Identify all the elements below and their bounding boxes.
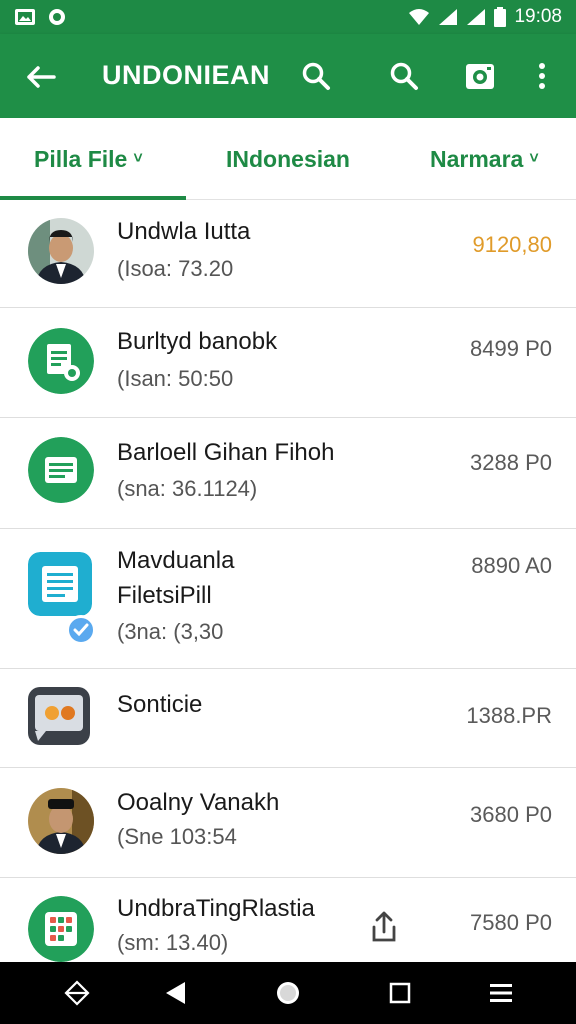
check-icon [66, 615, 96, 645]
back-triangle-icon [166, 982, 185, 1004]
list-item[interactable]: Mavduanla FiletsiPill (3na: (3,30 8890 A… [0, 529, 576, 669]
item-amount: 1388.PR [466, 703, 552, 728]
system-nav-bar [0, 962, 576, 1024]
item-subtitle: (Isoa: 73.20 [117, 256, 234, 281]
list-item[interactable]: Burltyd banobk (Isan: 50:50 8499 P0 [0, 308, 576, 418]
home-button[interactable] [273, 978, 303, 1008]
tab-narmara[interactable]: Narmara ˅ [430, 118, 539, 200]
search-icon [390, 62, 418, 90]
item-name: Burltyd banobk [117, 328, 278, 355]
item-amount: 8499 P0 [470, 336, 552, 361]
file-icon [28, 552, 92, 616]
more-vert-icon [539, 63, 545, 89]
item-name: Barloell Gihan Fihoh [117, 439, 335, 466]
tab-indonesian[interactable]: INdonesian [226, 118, 350, 200]
item-name: UndbraTingRlastia [117, 895, 315, 922]
page-title: UNDONIEAN [102, 60, 271, 90]
item-amount: 8890 A0 [471, 553, 552, 578]
list-item[interactable]: Ooalny Vanakh (Sne 103:54 3680 P0 [0, 768, 576, 878]
recents-square-icon [389, 982, 411, 1004]
menu-icon [490, 984, 512, 1002]
list-item[interactable]: UndbraTingRlastia (sm: 13.40) 7580 P0 [0, 878, 576, 962]
item-amount: 3288 P0 [470, 450, 552, 475]
signal-icon [439, 9, 458, 25]
item-subtitle: (3na: (3,30 [117, 619, 224, 644]
search-button[interactable] [298, 58, 334, 94]
tab-pilla-file[interactable]: Pilla File ˅ [34, 118, 143, 200]
item-name-line2: FiletsiPill [117, 582, 212, 609]
tab-label: INdonesian [226, 145, 350, 172]
camera-button[interactable] [462, 58, 498, 94]
document-icon [28, 328, 94, 394]
wifi-icon [409, 9, 430, 25]
list-item[interactable]: Barloell Gihan Fihoh (sna: 36.1124) 3288… [0, 418, 576, 529]
person-avatar [28, 218, 94, 284]
item-subtitle: (Sne 103:54 [117, 824, 237, 849]
item-name: Mavduanla [117, 547, 235, 574]
item-name: Undwla Iutta [117, 218, 251, 245]
item-amount: 7580 P0 [470, 910, 552, 935]
search-icon [302, 62, 330, 90]
item-amount: 9120,80 [472, 232, 552, 257]
search-button-secondary[interactable] [386, 58, 422, 94]
item-subtitle: (sna: 36.1124) [117, 476, 258, 501]
tab-label: Narmara [430, 145, 524, 172]
back-button[interactable] [160, 978, 190, 1008]
back-arrow-icon[interactable] [24, 60, 58, 94]
item-name: Sonticie [117, 691, 203, 718]
item-name: Ooalny Vanakh [117, 789, 280, 816]
list-icon [28, 437, 94, 503]
status-bar: 19:08 [0, 0, 576, 34]
menu-button[interactable] [486, 978, 516, 1008]
app-bar: UNDONIEAN [0, 34, 576, 118]
media-icon [28, 687, 90, 745]
item-amount: 3680 P0 [470, 802, 552, 827]
transaction-list: Undwla Iutta (Isoa: 73.20 9120,80 Burlty… [0, 200, 576, 962]
gallery-icon [15, 9, 35, 25]
camera-icon [466, 64, 494, 89]
list-item[interactable]: Undwla Iutta (Isoa: 73.20 9120,80 [0, 200, 576, 308]
home-circle-icon [277, 982, 299, 1004]
tab-label: Pilla File [34, 145, 128, 172]
overflow-menu-button[interactable] [524, 58, 560, 94]
item-subtitle: (sm: 13.40) [117, 930, 229, 955]
battery-icon [494, 7, 507, 27]
grid-icon [28, 896, 94, 962]
item-subtitle: (Isan: 50:50 [117, 366, 234, 391]
list-item[interactable]: Sonticie 1388.PR [0, 669, 576, 768]
diamond-icon [64, 980, 90, 1006]
tab-bar: Pilla File ˅ INdonesian Narmara ˅ [0, 118, 576, 200]
record-icon [49, 9, 65, 25]
share-icon[interactable] [370, 910, 398, 944]
person-avatar [28, 788, 94, 854]
status-time: 19:08 [514, 6, 562, 27]
chevron-down-icon: ˅ [133, 150, 143, 167]
signal-icon [467, 9, 486, 25]
chevron-down-icon: ˅ [529, 150, 539, 167]
recents-button[interactable] [385, 978, 415, 1008]
assistant-button[interactable] [62, 978, 92, 1008]
